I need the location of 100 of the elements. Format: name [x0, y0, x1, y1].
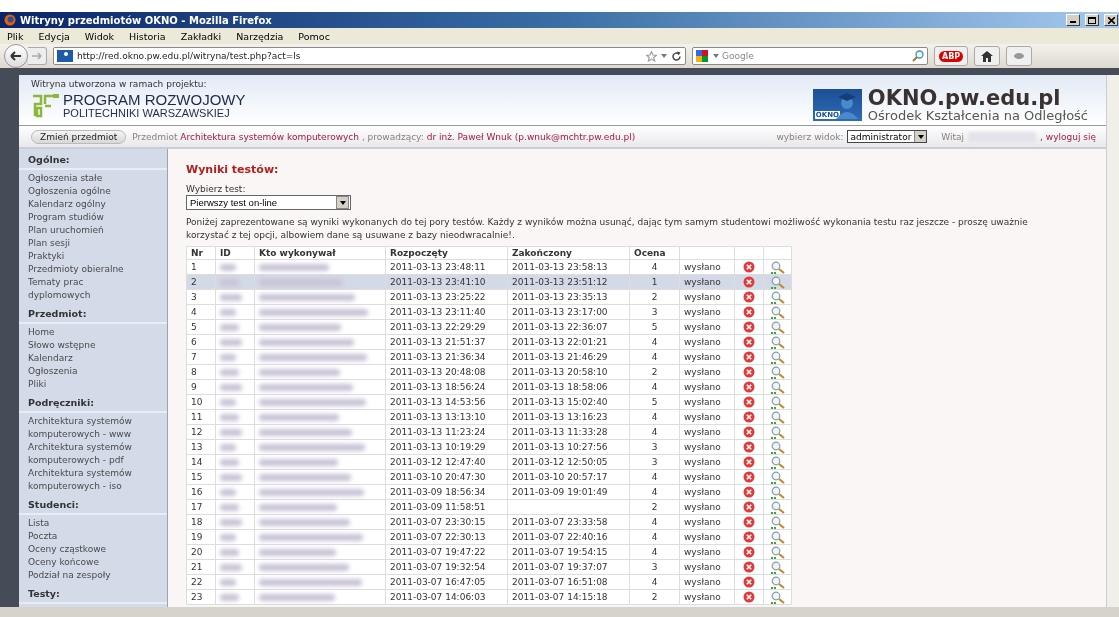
sidebar-link[interactable]: Home — [19, 326, 167, 339]
logout-link[interactable]: , wyloguj się — [1040, 131, 1096, 142]
delete-icon[interactable] — [743, 426, 755, 438]
sidebar-link[interactable]: Tematy prac dyplomowych — [19, 276, 167, 302]
delete-icon[interactable] — [743, 261, 755, 273]
menu-item[interactable]: Narzędzia — [236, 30, 284, 42]
magnifier-icon[interactable] — [770, 365, 785, 379]
delete-icon[interactable] — [743, 411, 755, 423]
sidebar-link[interactable]: Plan sesji — [19, 237, 167, 250]
dropdown-arrow-icon[interactable] — [713, 54, 719, 58]
table-row[interactable]: 7 2011-03-13 21:36:34 2011-03-13 21:46:29 4 wysłano — [186, 349, 792, 365]
table-row[interactable]: 17 2011-03-09 11:58:51 2 wysłano — [186, 499, 792, 515]
magnifier-icon[interactable] — [770, 380, 785, 394]
delete-icon[interactable] — [743, 306, 755, 318]
sidebar-link[interactable]: Oceny cząstkowe — [19, 543, 167, 556]
table-row[interactable]: 21 2011-03-07 19:32:54 2011-03-07 19:37:07 3 wysłano — [186, 559, 792, 575]
table-row[interactable]: 13 2011-03-13 10:19:29 2011-03-13 10:27:56 3 wysłano — [186, 439, 792, 455]
search-field[interactable]: Google — [692, 47, 928, 65]
sidebar-link[interactable]: Architektura systemów komputerowych - pdf — [19, 441, 167, 467]
test-select[interactable]: Pierwszy test on-line — [186, 195, 351, 210]
magnifier-icon[interactable] — [770, 410, 785, 424]
address-bar[interactable]: http://red.okno.pw.edu.pl/witryna/test.php?act=ls — [53, 47, 686, 65]
sidebar-link[interactable]: Kalendarz — [19, 352, 167, 365]
magnifier-icon[interactable] — [770, 515, 785, 529]
search-engine-icon[interactable] — [696, 50, 710, 62]
sidebar-link[interactable]: Praktyki — [19, 250, 167, 263]
change-subject-button[interactable]: Zmień przedmiot — [31, 129, 127, 144]
reload-icon[interactable] — [671, 50, 682, 62]
maximize-button[interactable] — [1085, 14, 1099, 26]
home-button[interactable] — [974, 46, 1001, 66]
search-icon[interactable] — [912, 50, 924, 62]
menu-item[interactable]: Widok — [84, 30, 115, 42]
minimize-button[interactable] — [1066, 14, 1080, 26]
magnifier-icon[interactable] — [770, 560, 785, 574]
adblock-button[interactable]: ABP — [934, 46, 969, 66]
close-button[interactable] — [1104, 14, 1118, 26]
table-row[interactable]: 5 2011-03-13 22:29:29 2011-03-13 22:36:07 5 wysłano — [186, 319, 792, 335]
magnifier-icon[interactable] — [770, 425, 785, 439]
table-row[interactable]: 6 2011-03-13 21:51:37 2011-03-13 22:01:21 4 wysłano — [186, 334, 792, 350]
sidebar-link[interactable]: Oceny końcowe — [19, 556, 167, 569]
table-row[interactable]: 8 2011-03-13 20:48:08 2011-03-13 20:58:10 2 wysłano — [186, 364, 792, 380]
table-row[interactable]: 11 2011-03-13 13:13:10 2011-03-13 13:16:23 4 wysłano — [186, 409, 792, 425]
table-row[interactable]: 10 2011-03-13 14:53:56 2011-03-13 15:02:40 5 wysłano — [186, 394, 792, 410]
table-row[interactable]: 3 2011-03-13 23:25:22 2011-03-13 23:35:13 2 wysłano — [186, 289, 792, 305]
sidebar-link[interactable]: Poczta — [19, 530, 167, 543]
sidebar-link[interactable]: Słowo wstępne — [19, 339, 167, 352]
table-row[interactable]: 15 2011-03-10 20:47:30 2011-03-10 20:57:17 4 wysłano — [186, 469, 792, 485]
menu-item[interactable]: Historia — [129, 30, 166, 42]
delete-icon[interactable] — [743, 486, 755, 498]
sidebar-link[interactable]: Architektura systemów komputerowych - www — [19, 415, 167, 441]
magnifier-icon[interactable] — [770, 275, 785, 289]
delete-icon[interactable] — [743, 516, 755, 528]
sidebar-link[interactable]: Podział na zespoły — [19, 569, 167, 582]
delete-icon[interactable] — [743, 351, 755, 363]
table-row[interactable]: 4 2011-03-13 23:11:40 2011-03-13 23:17:00 3 wysłano — [186, 304, 792, 320]
delete-icon[interactable] — [743, 501, 755, 513]
magnifier-icon[interactable] — [770, 395, 785, 409]
magnifier-icon[interactable] — [770, 485, 785, 499]
magnifier-icon[interactable] — [770, 530, 785, 544]
delete-icon[interactable] — [743, 336, 755, 348]
sidebar-link[interactable]: Ogłoszenia stałe — [19, 172, 167, 185]
magnifier-icon[interactable] — [770, 320, 785, 334]
sidebar-link[interactable]: Lista — [19, 517, 167, 530]
menu-item[interactable]: Zakładki — [180, 30, 222, 42]
delete-icon[interactable] — [743, 441, 755, 453]
delete-icon[interactable] — [743, 291, 755, 303]
magnifier-icon[interactable] — [770, 455, 785, 469]
delete-icon[interactable] — [743, 396, 755, 408]
table-row[interactable]: 23 2011-03-07 14:06:03 2011-03-07 14:15:18 2 wysłano — [186, 589, 792, 605]
magnifier-icon[interactable] — [770, 500, 785, 514]
magnifier-icon[interactable] — [770, 470, 785, 484]
table-row[interactable]: 22 2011-03-07 16:47:05 2011-03-07 16:51:08 4 wysłano — [186, 574, 792, 590]
delete-icon[interactable] — [743, 591, 755, 603]
delete-icon[interactable] — [743, 471, 755, 483]
table-row[interactable]: 2 2011-03-13 23:41:10 2011-03-13 23:51:12 1 wysłano — [186, 274, 792, 290]
delete-icon[interactable] — [743, 546, 755, 558]
menu-item[interactable]: Edycja — [38, 30, 70, 42]
sidebar-link[interactable]: Przedmioty obieralne — [19, 263, 167, 276]
back-button[interactable] — [4, 44, 28, 68]
table-row[interactable]: 14 2011-03-12 12:47:40 2011-03-12 12:50:05 3 wysłano — [186, 454, 792, 470]
table-row[interactable]: 18 2011-03-07 23:30:15 2011-03-07 23:33:58 4 wysłano — [186, 514, 792, 530]
view-select[interactable]: administrator — [847, 130, 928, 143]
table-row[interactable]: 9 2011-03-13 18:56:24 2011-03-13 18:58:06 4 wysłano — [186, 379, 792, 395]
sidebar-link[interactable]: Plan uruchomień — [19, 224, 167, 237]
table-row[interactable]: 16 2011-03-09 18:56:34 2011-03-09 19:01:49 4 wysłano — [186, 484, 792, 500]
magnifier-icon[interactable] — [770, 260, 785, 274]
scrollbar[interactable] — [1106, 75, 1119, 607]
sidebar-link[interactable]: Ogłoszenia ogólne — [19, 185, 167, 198]
sidebar-link[interactable]: Ogłoszenia — [19, 365, 167, 378]
delete-icon[interactable] — [743, 321, 755, 333]
menu-item[interactable]: Pomoc — [298, 30, 330, 42]
toolbar-button[interactable] — [1006, 46, 1033, 66]
dropdown-arrow-icon[interactable] — [661, 54, 667, 58]
delete-icon[interactable] — [743, 276, 755, 288]
delete-icon[interactable] — [743, 366, 755, 378]
table-row[interactable]: 19 2011-03-07 22:30:13 2011-03-07 22:40:16 4 wysłano — [186, 529, 792, 545]
delete-icon[interactable] — [743, 456, 755, 468]
menu-item[interactable]: Plik — [7, 30, 24, 42]
magnifier-icon[interactable] — [770, 335, 785, 349]
magnifier-icon[interactable] — [770, 350, 785, 364]
